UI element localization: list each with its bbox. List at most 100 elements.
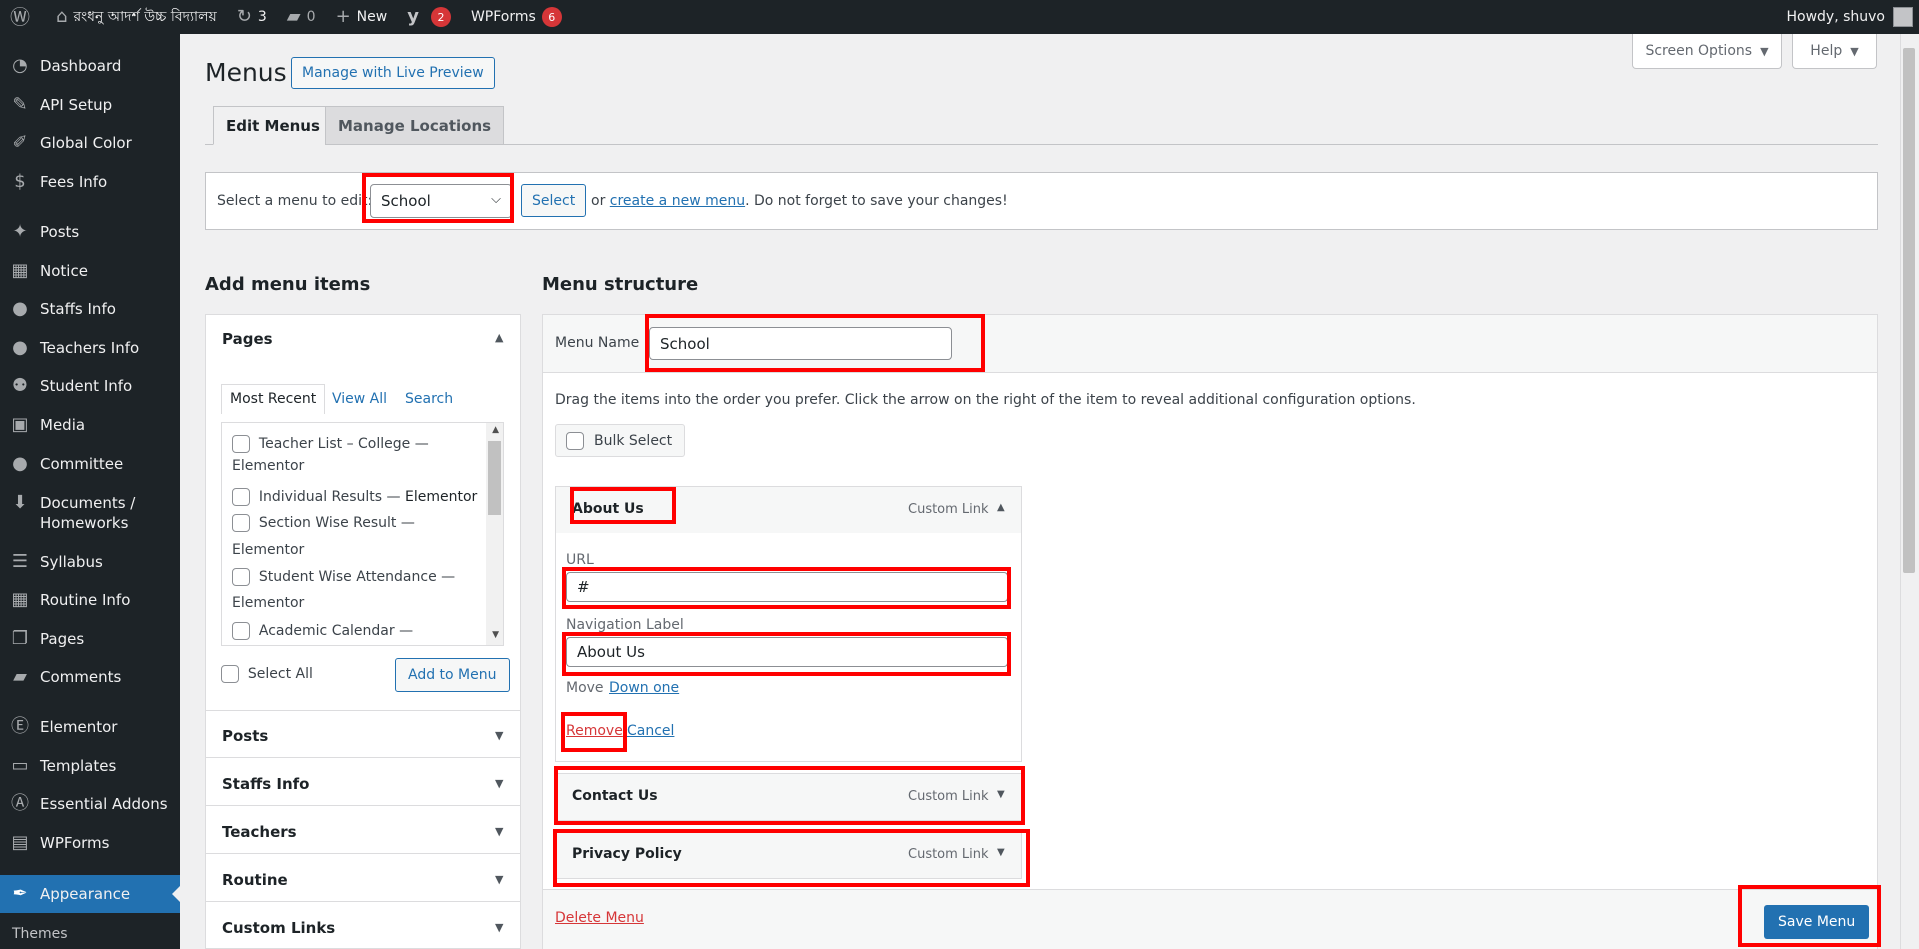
caret-down-icon[interactable]: ▼ — [997, 789, 1005, 800]
navigation-label-input[interactable]: About Us — [566, 637, 1008, 667]
menu-name-input[interactable]: School — [649, 327, 952, 360]
caret-down-icon[interactable]: ▼ — [495, 873, 503, 886]
forms-icon: ▤ — [11, 832, 29, 853]
sidebar-item-teachers-info[interactable]: ● Teachers Info — [0, 338, 180, 358]
my-account-link[interactable]: Howdy, shuvo — [1776, 0, 1919, 34]
cancel-link[interactable]: Cancel — [627, 723, 674, 739]
accordion-posts[interactable]: Posts — [222, 727, 268, 745]
sidebar-item-syllabus[interactable]: ☰ Syllabus — [0, 552, 180, 572]
page-scrollbar-thumb[interactable] — [1903, 48, 1915, 573]
sidebar-item-appearance[interactable]: ✒ Appearance — [0, 875, 180, 913]
menu-item-privacy-policy[interactable]: Privacy Policy Custom Link ▼ — [555, 831, 1022, 879]
select-all-control[interactable]: Select All — [221, 665, 313, 683]
sidebar-item-api-setup[interactable]: ✎ API Setup — [0, 95, 180, 115]
screen-options-button[interactable]: Screen Options ▼ — [1632, 34, 1782, 69]
sidebar-item-notice[interactable]: ▦ Notice — [0, 261, 180, 281]
yoast-link[interactable]: y 2 — [397, 0, 461, 34]
caret-up-icon[interactable]: ▲ — [495, 331, 503, 344]
submenu-item-themes[interactable]: Themes — [12, 926, 68, 942]
caret-down-icon[interactable]: ▼ — [495, 777, 503, 790]
caret-down-icon[interactable]: ▼ — [495, 729, 503, 742]
create-new-menu-link[interactable]: create a new menu — [610, 193, 745, 209]
menu-edit-panel: Menu Name School Drag the items into the… — [542, 314, 1878, 949]
remove-link[interactable]: Remove — [566, 723, 623, 739]
sidebar-item-pages[interactable]: ❐ Pages — [0, 629, 180, 649]
pages-list-scroll-thumb[interactable] — [488, 441, 501, 515]
add-to-menu-button[interactable]: Add to Menu — [395, 658, 510, 692]
sidebar-item-routine-info[interactable]: ▦ Routine Info — [0, 590, 180, 610]
checkbox[interactable] — [232, 622, 250, 640]
move-down-one-link[interactable]: Down one — [609, 680, 679, 696]
accordion-teachers[interactable]: Teachers — [222, 823, 297, 841]
checkbox[interactable] — [232, 435, 250, 453]
sidebar-item-media[interactable]: ▣ Media — [0, 415, 180, 435]
menu-item-about-us[interactable]: About Us Custom Link ▲ — [555, 486, 1022, 534]
help-button[interactable]: Help ▼ — [1792, 34, 1877, 69]
menu-select-value: School — [381, 192, 431, 210]
page-suffix: Elementor — [232, 458, 305, 474]
scroll-down-icon[interactable]: ▼ — [492, 630, 499, 640]
wordpress-icon: Ⓦ — [10, 5, 30, 29]
sidebar-item-elementor[interactable]: Ⓔ Elementor — [0, 717, 180, 737]
wpforms-link[interactable]: WPForms 6 — [461, 0, 572, 34]
updates-link[interactable]: ↻ 3 — [227, 0, 277, 34]
page-suffix: Elementor — [232, 542, 305, 558]
delete-menu-link[interactable]: Delete Menu — [555, 910, 644, 926]
new-content-link[interactable]: + New — [326, 0, 398, 34]
caret-up-icon[interactable]: ▲ — [997, 502, 1005, 513]
updates-icon: ↻ — [236, 6, 252, 27]
tab-search[interactable]: Search — [405, 391, 453, 407]
media-icon: ▣ — [11, 414, 29, 435]
site-name-link[interactable]: ⌂ রংধনু আদর্শ উচ্চ বিদ্যালয় — [46, 0, 227, 34]
sidebar-item-posts[interactable]: ✦ Posts — [0, 222, 180, 242]
pages-section-title[interactable]: Pages — [222, 330, 273, 348]
list-item[interactable]: Student Wise Attendance — — [232, 564, 455, 590]
comments-count: 0 — [306, 9, 316, 25]
accordion-custom-links[interactable]: Custom Links — [222, 919, 335, 937]
sidebar-item-dashboard[interactable]: ◔ Dashboard — [0, 56, 180, 76]
checkbox[interactable] — [232, 488, 250, 506]
menu-item-contact-us[interactable]: Contact Us Custom Link ▼ — [555, 773, 1022, 821]
sidebar-item-wpforms[interactable]: ▤ WPForms — [0, 833, 180, 853]
accordion-staffs-info[interactable]: Staffs Info — [222, 775, 310, 793]
checkbox[interactable] — [232, 568, 250, 586]
sidebar-item-committee[interactable]: ● Committee — [0, 454, 180, 474]
bulk-select-checkbox[interactable] — [566, 431, 584, 450]
list-item[interactable]: Individual Results — Elementor — [232, 484, 477, 510]
comments-link[interactable]: ▰ 0 — [277, 0, 326, 34]
sidebar-item-templates[interactable]: ▭ Templates — [0, 756, 180, 776]
select-button[interactable]: Select — [521, 184, 587, 217]
wordpress-logo[interactable]: Ⓦ — [0, 0, 46, 34]
tab-manage-locations[interactable]: Manage Locations — [325, 106, 505, 145]
save-menu-button[interactable]: Save Menu — [1764, 905, 1870, 939]
sidebar-item-staffs-info[interactable]: ● Staffs Info — [0, 299, 180, 319]
wpforms-badge: 6 — [541, 7, 562, 27]
checkbox[interactable] — [232, 514, 250, 532]
sidebar-item-student-info[interactable]: ⚉ Student Info — [0, 376, 180, 396]
caret-down-icon[interactable]: ▼ — [495, 921, 503, 934]
sidebar-item-comments[interactable]: ▰ Comments — [0, 667, 180, 687]
select-all-checkbox[interactable] — [221, 665, 239, 683]
or-text: or — [591, 193, 606, 209]
caret-down-icon[interactable]: ▼ — [495, 825, 503, 838]
tab-most-recent[interactable]: Most Recent — [221, 384, 326, 414]
sidebar-item-label: Teachers Info — [40, 339, 140, 357]
list-item[interactable]: Academic Calendar — — [232, 618, 413, 644]
caret-down-icon[interactable]: ▼ — [997, 847, 1005, 858]
tab-view-all[interactable]: View All — [332, 391, 387, 407]
list-item[interactable]: Section Wise Result — — [232, 510, 415, 536]
menu-item-title: Privacy Policy — [572, 846, 682, 862]
bulk-select-button[interactable]: Bulk Select — [555, 424, 686, 457]
sidebar-item-label: Committee — [40, 455, 124, 473]
sidebar-item-documents[interactable]: ⬇ Documents / Homeworks — [0, 493, 180, 533]
tab-edit-menus[interactable]: Edit Menus — [213, 106, 333, 145]
live-preview-button[interactable]: Manage with Live Preview — [291, 57, 495, 89]
brush-icon: ✐ — [12, 132, 28, 153]
scroll-up-icon[interactable]: ▲ — [492, 425, 499, 435]
url-input[interactable]: # — [566, 572, 1008, 602]
sidebar-item-essential-addons[interactable]: Ⓐ Essential Addons — [0, 794, 180, 814]
sidebar-item-global-color[interactable]: ✐ Global Color — [0, 133, 180, 153]
accordion-routine[interactable]: Routine — [222, 871, 288, 889]
sidebar-item-fees-info[interactable]: $ Fees Info — [0, 172, 180, 192]
menu-select[interactable]: School ⌵ — [370, 184, 512, 218]
